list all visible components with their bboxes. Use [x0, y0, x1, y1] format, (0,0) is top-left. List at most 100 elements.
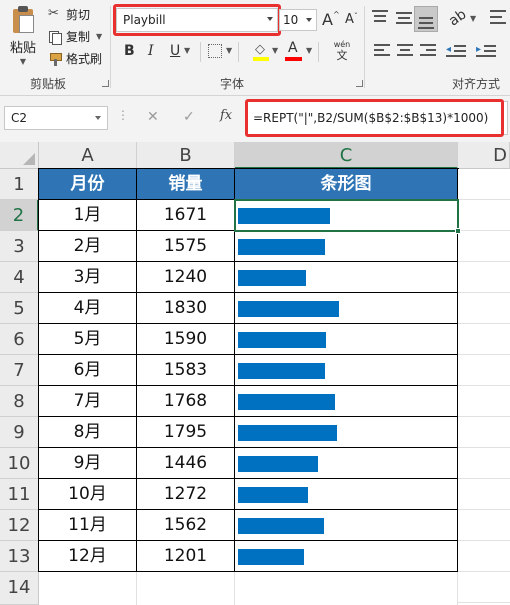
- chevron-down-icon[interactable]: ▼: [306, 46, 312, 55]
- sales-cell[interactable]: 1583: [137, 355, 235, 386]
- month-cell[interactable]: 1月: [39, 200, 137, 231]
- bold-button[interactable]: B: [124, 43, 135, 59]
- bar-cell[interactable]: [235, 417, 458, 448]
- row-header-1[interactable]: 1: [0, 169, 39, 200]
- row-header-3[interactable]: 3: [0, 231, 39, 262]
- enter-icon[interactable]: ✓: [183, 109, 195, 125]
- active-cell-selection[interactable]: [234, 199, 459, 232]
- sales-cell[interactable]: 1575: [137, 231, 235, 262]
- row-header-7[interactable]: 7: [0, 355, 39, 386]
- sales-cell[interactable]: 1768: [137, 386, 235, 417]
- bar-cell[interactable]: [235, 386, 458, 417]
- format-painter-button[interactable]: 格式刷: [48, 50, 102, 67]
- clipboard-dialog-launcher-icon[interactable]: [102, 80, 109, 87]
- bar-cell[interactable]: [235, 510, 458, 541]
- bar-cell[interactable]: [235, 293, 458, 324]
- phonetic-bottom: 文: [336, 49, 348, 62]
- month-cell[interactable]: 3月: [39, 262, 137, 293]
- bar-cell[interactable]: [235, 262, 458, 293]
- font-color-button[interactable]: A: [285, 40, 303, 62]
- orientation-icon[interactable]: ab: [446, 6, 469, 29]
- sales-cell[interactable]: 1272: [137, 479, 235, 510]
- decrease-indent-button[interactable]: ◂: [446, 44, 466, 58]
- chevron-down-icon[interactable]: ▼: [184, 46, 190, 55]
- row-header-10[interactable]: 10: [0, 448, 39, 479]
- phonetic-guide-button[interactable]: wén 文: [330, 40, 354, 64]
- insert-function-icon[interactable]: fx: [220, 108, 232, 123]
- bar-cell[interactable]: [235, 541, 458, 572]
- shrink-font-button[interactable]: Aˇ: [345, 12, 358, 27]
- name-box[interactable]: C2: [4, 106, 108, 130]
- bar-cell[interactable]: [235, 231, 458, 262]
- sales-cell[interactable]: 1240: [137, 262, 235, 293]
- sales-cell[interactable]: 1590: [137, 324, 235, 355]
- month-cell[interactable]: 5月: [39, 324, 137, 355]
- bottom-align-button[interactable]: [414, 6, 438, 32]
- row-header-6[interactable]: 6: [0, 324, 39, 355]
- header-cell-sales[interactable]: 销量: [137, 169, 235, 200]
- align-center-button[interactable]: [397, 44, 413, 58]
- chevron-down-icon[interactable]: ▼: [470, 14, 476, 23]
- chevron-down-icon[interactable]: ▼: [226, 46, 232, 55]
- chevron-down-icon[interactable]: ▼: [272, 46, 278, 55]
- fill-handle[interactable]: [455, 228, 461, 234]
- month-cell[interactable]: 6月: [39, 355, 137, 386]
- row-header-8[interactable]: 8: [0, 386, 39, 417]
- bar-cell[interactable]: [235, 479, 458, 510]
- grow-font-button[interactable]: A^: [322, 10, 340, 29]
- column-header-c[interactable]: C: [235, 142, 458, 169]
- row-header-11[interactable]: 11: [0, 479, 39, 510]
- gridline: [458, 478, 510, 479]
- sales-cell[interactable]: 1671: [137, 200, 235, 231]
- header-cell-month[interactable]: 月份: [39, 169, 137, 200]
- month-cell[interactable]: 10月: [39, 479, 137, 510]
- underline-button[interactable]: U: [170, 43, 180, 59]
- sales-cell[interactable]: 1795: [137, 417, 235, 448]
- wrap-text-icon[interactable]: [490, 10, 506, 26]
- month-cell[interactable]: 4月: [39, 293, 137, 324]
- copy-button[interactable]: 复制 ▼: [48, 28, 102, 45]
- middle-align-button[interactable]: [396, 12, 414, 28]
- bar-cell[interactable]: [235, 448, 458, 479]
- font-size-select[interactable]: 10: [279, 9, 317, 31]
- bar-cell[interactable]: [235, 355, 458, 386]
- column-header-b[interactable]: B: [137, 142, 235, 169]
- ribbon: 粘贴 ▼ 剪切 复制 ▼ 格式刷 剪贴板 Playbill 10 A^ Aˇ B…: [0, 0, 510, 96]
- row-header-14[interactable]: 14: [0, 572, 39, 605]
- cut-button[interactable]: 剪切: [48, 6, 90, 23]
- drag-handle-icon[interactable]: ⋮: [117, 108, 129, 122]
- row-header-5[interactable]: 5: [0, 293, 39, 324]
- sales-cell[interactable]: 1562: [137, 510, 235, 541]
- font-dialog-launcher-icon[interactable]: [356, 80, 363, 87]
- fill-color-button[interactable]: ◇: [253, 42, 269, 62]
- paste-button[interactable]: 粘贴 ▼: [6, 4, 40, 66]
- borders-icon[interactable]: [208, 44, 222, 58]
- row-header-12[interactable]: 12: [0, 510, 39, 541]
- column-header-a[interactable]: A: [39, 142, 137, 169]
- row-header-2[interactable]: 2: [0, 200, 39, 231]
- column-header-d[interactable]: D: [458, 142, 510, 169]
- cancel-icon[interactable]: ✕: [147, 109, 159, 125]
- increase-indent-button[interactable]: ▸: [476, 44, 496, 58]
- sales-cell[interactable]: 1830: [137, 293, 235, 324]
- month-cell[interactable]: 12月: [39, 541, 137, 572]
- divider: [200, 42, 201, 62]
- month-cell[interactable]: 7月: [39, 386, 137, 417]
- month-cell[interactable]: 8月: [39, 417, 137, 448]
- row-header-9[interactable]: 9: [0, 417, 39, 448]
- row-header-4[interactable]: 4: [0, 262, 39, 293]
- align-left-button[interactable]: [374, 44, 390, 58]
- italic-button[interactable]: I: [148, 43, 154, 59]
- bar-cell[interactable]: [235, 324, 458, 355]
- gridline: [136, 572, 137, 605]
- select-all-button[interactable]: [0, 142, 39, 169]
- sales-cell[interactable]: 1446: [137, 448, 235, 479]
- top-align-button[interactable]: [372, 10, 390, 26]
- month-cell[interactable]: 9月: [39, 448, 137, 479]
- row-header-13[interactable]: 13: [0, 541, 39, 572]
- align-right-button[interactable]: [420, 44, 436, 58]
- sales-cell[interactable]: 1201: [137, 541, 235, 572]
- month-cell[interactable]: 11月: [39, 510, 137, 541]
- month-cell[interactable]: 2月: [39, 231, 137, 262]
- header-cell-bar[interactable]: 条形图: [235, 169, 458, 200]
